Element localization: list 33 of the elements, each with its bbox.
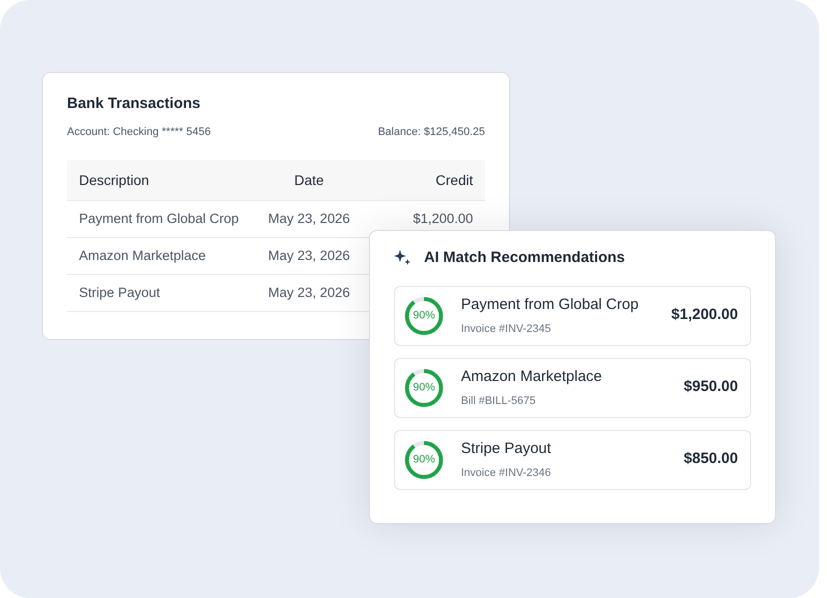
match-amount: $850.00 xyxy=(684,449,739,470)
table-cell-text: May 23, 2026 xyxy=(267,210,351,228)
card-title: AI Match Recommendations xyxy=(424,248,625,268)
match-reference: Invoice #INV-2345 xyxy=(461,322,552,336)
match-percent: 90% xyxy=(412,310,436,321)
match-reference: Invoice #INV-2346 xyxy=(461,466,552,480)
table-cell-text: Stripe Payout xyxy=(79,284,162,302)
table-cell-text: Amazon Marketplace xyxy=(79,246,207,265)
match-reference: Bill #BILL-5675 xyxy=(461,394,537,408)
card-title: Bank Transactions xyxy=(67,94,202,114)
sparkle-icon xyxy=(394,249,412,268)
match-name: Amazon Marketplace xyxy=(461,367,603,387)
progress-ring xyxy=(403,294,445,336)
table-cell-text: May 23, 2026 xyxy=(267,246,351,265)
match-item[interactable]: 90% Amazon Marketplace Bill #BILL-5675 $950.00 xyxy=(394,358,751,418)
column-header: Date xyxy=(293,170,325,190)
table-cell-text: Payment from Global Crop xyxy=(79,210,240,228)
match-name: Stripe Payout xyxy=(461,439,552,459)
account-label: Account: Checking ***** 5456 xyxy=(67,124,211,140)
match-amount: $950.00 xyxy=(684,377,739,398)
column-header: Credit xyxy=(434,170,473,190)
progress-ring xyxy=(403,438,445,480)
table-cell-text: May 23, 2026 xyxy=(267,284,351,302)
match-percent: 90% xyxy=(412,382,436,393)
column-header: Description xyxy=(79,170,150,190)
match-name: Payment from Global Crop xyxy=(461,295,640,315)
match-item[interactable]: 90% Stripe Payout Invoice #INV-2346 $850.00 xyxy=(394,430,751,490)
balance-label: Balance: $125,450.25 xyxy=(378,124,485,140)
progress-ring xyxy=(403,366,445,408)
table-cell-text: $1,200.00 xyxy=(412,210,473,228)
match-amount: $1,200.00 xyxy=(671,305,739,326)
match-item[interactable]: 90% Payment from Global Crop Invoice #INV-2345 $1,200.00 xyxy=(394,286,751,346)
match-percent: 90% xyxy=(412,454,436,465)
